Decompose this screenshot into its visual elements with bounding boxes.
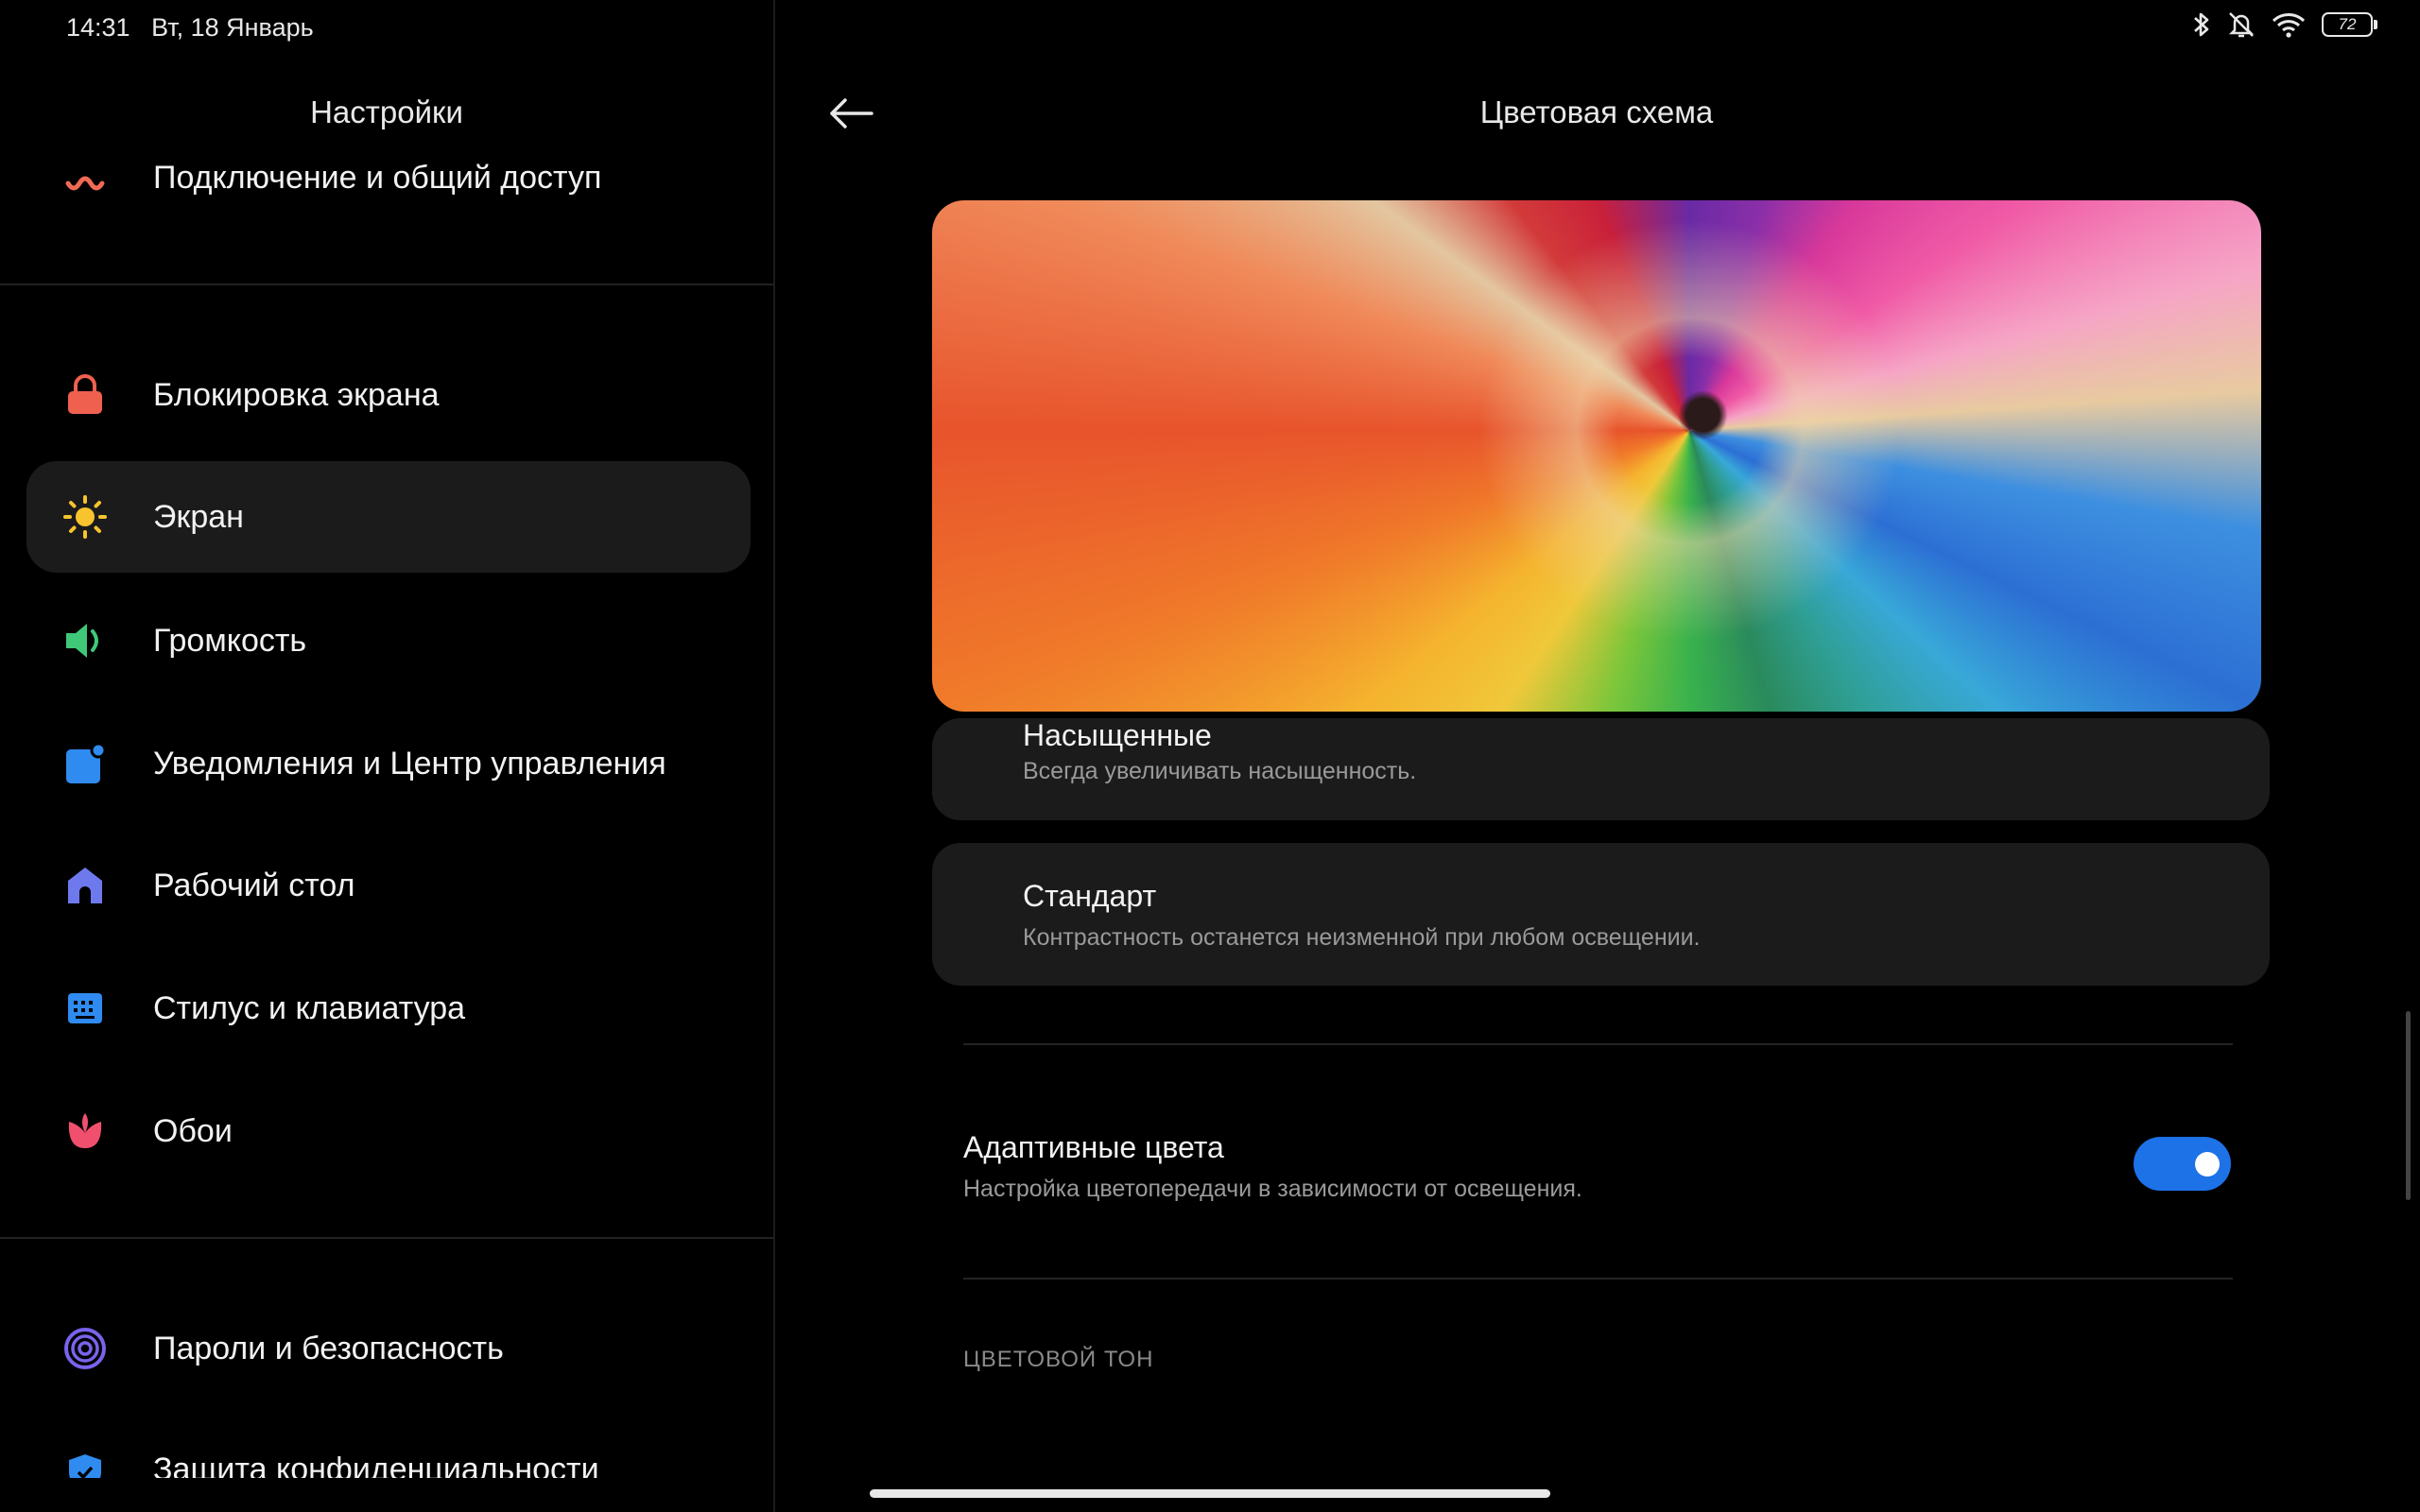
sidebar-item-privacy[interactable]: Защита конфиденциальности [26,1423,751,1478]
wifi-icon [2271,10,2307,39]
sidebar-item-label: Блокировка экрана [153,376,440,413]
sidebar-item-label: Стилус и клавиатура [153,989,466,1026]
option-card-standard[interactable]: Стандарт Контрастность останется неизмен… [932,843,2270,986]
sidebar-item-label: Пароли и безопасность [153,1330,504,1366]
settings-sidebar: Настройки Подключение и общий доступ Бло… [0,0,775,1512]
sidebar-item-label: Громкость [153,622,307,659]
privacy-icon [62,1450,108,1478]
sidebar-item-label: Экран [153,498,244,535]
bell-off-icon [2227,9,2256,40]
scrollbar[interactable] [2406,1011,2411,1200]
adaptive-colors-title: Адаптивные цвета [963,1130,1224,1164]
option-title: Стандарт [1023,879,1157,913]
option-subtitle: Всегда увеличивать насыщенность. [1023,758,1417,784]
status-icons: 72 [2191,9,2377,40]
option-subtitle: Контрастность останется неизменной при л… [1023,924,1701,951]
speaker-icon [62,618,108,663]
sidebar-item-display[interactable]: Экран [26,461,751,573]
sidebar-item-wallpaper[interactable]: Обои [26,1075,751,1187]
home-indicator[interactable] [870,1489,1550,1498]
option-card-saturated[interactable]: Насыщенные Всегда увеличивать насыщеннос… [932,718,2270,820]
adaptive-colors-subtitle: Настройка цветопередачи в зависимости от… [963,1176,1582,1202]
color-tone-section-header: ЦВЕТОВОЙ ТОН [963,1347,1154,1372]
sidebar-item-volume[interactable]: Громкость [26,585,751,696]
fingerprint-icon [62,1326,108,1371]
share-icon [62,155,108,200]
sidebar-divider [0,1237,773,1239]
sidebar-item-desktop[interactable]: Рабочий стол [26,830,751,941]
section-divider [963,1043,2233,1045]
sidebar-item-label: Рабочий стол [153,867,355,903]
toggle-knob [2195,1152,2220,1177]
option-title: Насыщенные [1023,718,1212,752]
sidebar-item-label: Уведомления и Центр управления [153,745,666,782]
bluetooth-icon [2191,9,2212,40]
color-preview-image [932,200,2261,712]
battery-icon: 72 [2322,12,2377,37]
sidebar-item-label: Подключение и общий доступ [153,159,602,196]
page-title: Цветовая схема [1479,94,1714,129]
sidebar-divider [0,284,773,285]
sidebar-item-label: Обои [153,1112,233,1149]
keyboard-icon [62,986,108,1031]
flower-icon [62,1108,108,1154]
notification-icon [62,741,108,786]
home-icon [62,863,108,908]
sidebar-item-notifications[interactable]: Уведомления и Центр управления [26,708,751,819]
sidebar-item-connection[interactable]: Подключение и общий доступ [26,121,751,234]
sidebar-item-passwords-security[interactable]: Пароли и безопасность [26,1293,751,1404]
adaptive-colors-toggle[interactable] [2134,1137,2231,1191]
sidebar-item-lock-screen[interactable]: Блокировка экрана [26,339,751,451]
lock-icon [62,372,108,418]
sidebar-item-stylus-keyboard[interactable]: Стилус и клавиатура [26,953,751,1064]
sidebar-item-label: Защита конфиденциальности [153,1452,599,1478]
sun-icon [62,494,108,540]
section-divider [963,1278,2233,1280]
